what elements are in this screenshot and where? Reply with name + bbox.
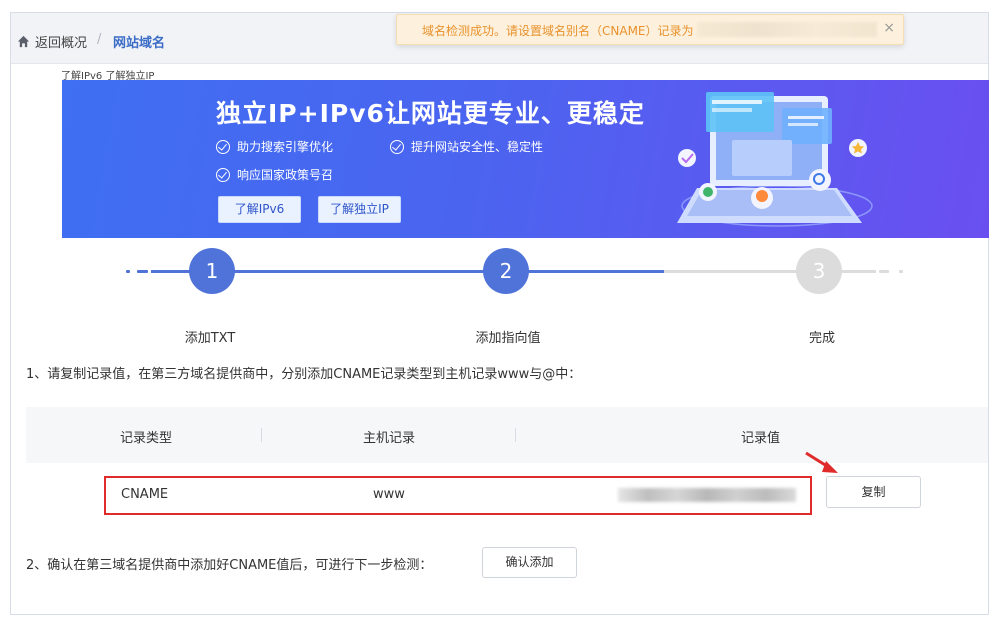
home-icon — [17, 35, 30, 48]
feature-label: 响应国家政策号召 — [237, 168, 334, 182]
learn-ipv6-button[interactable]: 了解IPv6 — [218, 196, 301, 223]
dns-record-table: 记录类型 主机记录 记录值 CNAME www 复制 — [26, 407, 988, 515]
step-dot — [899, 270, 903, 273]
step-dot — [137, 270, 148, 273]
step-3-circle: 3 — [796, 248, 842, 294]
top-bar: 返回概况 / 网站域名 域名检测成功。请设置域名别名（CNAME）记录为 × — [11, 13, 988, 64]
progress-steps: 1 2 3 添加TXT 添加指向值 完成 — [11, 233, 988, 346]
breadcrumb-separator: / — [97, 32, 102, 47]
table-header: 记录类型 主机记录 记录值 — [26, 407, 988, 463]
banner-feature-2: 提升网站安全性、稳定性 — [390, 138, 543, 155]
step-1-label: 添加TXT — [184, 331, 236, 346]
toast-blurred-value — [697, 22, 877, 37]
close-icon[interactable]: × — [883, 20, 895, 36]
breadcrumb-current: 网站域名 — [113, 36, 166, 51]
cell-record-value-blurred — [618, 488, 796, 502]
toast-message: 域名检测成功。请设置域名别名（CNAME）记录为 — [422, 24, 694, 38]
back-label: 返回概况 — [35, 36, 88, 51]
back-link[interactable]: 返回概况 — [17, 32, 87, 51]
step-2-label: 添加指向值 — [475, 331, 541, 346]
header-divider — [261, 428, 262, 442]
cell-host: www — [373, 487, 405, 502]
cell-record-type: CNAME — [121, 487, 169, 502]
instruction-confirm: 2、确认在第三域名提供商中添加好CNAME值后，可进行下一步检测： — [26, 558, 433, 573]
check-circle-icon — [216, 167, 230, 182]
feature-label: 提升网站安全性、稳定性 — [411, 140, 544, 154]
step-dot — [879, 270, 889, 273]
success-toast: 域名检测成功。请设置域名别名（CNAME）记录为 × — [396, 14, 904, 45]
step-3-label: 完成 — [808, 331, 835, 346]
header-record-type: 记录类型 — [120, 431, 173, 446]
instruction-copy-record: 1、请复制记录值，在第三方域名提供商中，分别添加CNAME记录类型到主机记录ww… — [26, 367, 582, 382]
banner-title: 独立IP+IPv6让网站更专业、更稳定 — [216, 99, 645, 128]
header-host-record: 主机记录 — [363, 431, 416, 446]
step-line-pending — [664, 270, 876, 273]
confirm-add-button[interactable]: 确认添加 — [482, 547, 577, 578]
promo-banner: 独立IP+IPv6让网站更专业、更稳定 助力搜索引擎优化 提升网站安全性、稳定性… — [62, 80, 989, 238]
copy-button[interactable]: 复制 — [826, 476, 921, 508]
header-record-value: 记录值 — [741, 431, 781, 446]
page-frame: 返回概况 / 网站域名 域名检测成功。请设置域名别名（CNAME）记录为 × 了… — [10, 12, 989, 615]
check-circle-icon — [390, 139, 404, 154]
laptop-illustration — [677, 92, 873, 227]
banner-feature-1: 助力搜索引擎优化 — [216, 138, 333, 155]
step-1-circle: 1 — [189, 248, 235, 294]
step-2-circle: 2 — [483, 248, 529, 294]
red-arrow-icon — [805, 451, 838, 473]
feature-label: 助力搜索引擎优化 — [237, 140, 334, 154]
step-dot — [126, 270, 130, 273]
header-divider — [515, 428, 516, 442]
table-row-highlighted: CNAME www — [104, 476, 812, 515]
check-circle-icon — [216, 139, 230, 154]
banner-feature-3: 响应国家政策号召 — [216, 166, 333, 183]
learn-ip-button[interactable]: 了解独立IP — [318, 196, 401, 223]
